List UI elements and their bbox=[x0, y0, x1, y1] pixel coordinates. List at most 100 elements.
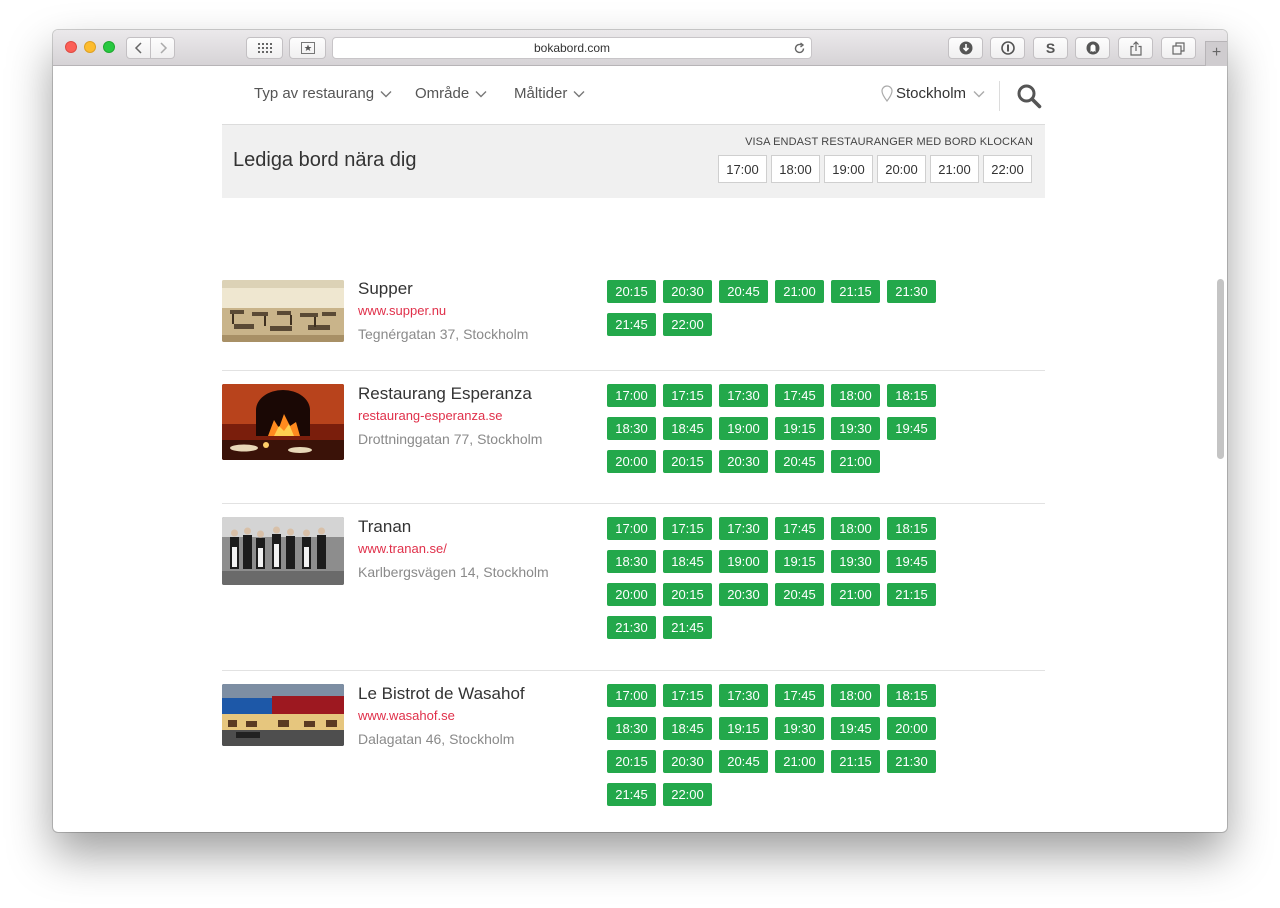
time-slot-button[interactable]: 18:30 bbox=[607, 550, 656, 573]
restaurant-website-link[interactable]: www.tranan.se/ bbox=[358, 538, 549, 560]
restaurant-photo[interactable] bbox=[222, 517, 344, 585]
time-slot-button[interactable]: 20:45 bbox=[719, 750, 768, 773]
time-slot-button[interactable]: 17:00 bbox=[607, 384, 656, 407]
location-dropdown[interactable]: Stockholm bbox=[881, 85, 985, 102]
time-filter-button[interactable]: 20:00 bbox=[877, 155, 926, 183]
reload-icon[interactable] bbox=[793, 41, 806, 61]
ghostery-button[interactable] bbox=[1075, 37, 1110, 59]
share-button[interactable] bbox=[1118, 37, 1153, 59]
restaurant-name[interactable]: Le Bistrot de Wasahof bbox=[358, 683, 525, 705]
time-slot-button[interactable]: 18:45 bbox=[663, 550, 712, 573]
forward-button[interactable] bbox=[150, 37, 175, 59]
back-button[interactable] bbox=[126, 37, 151, 59]
time-slot-button[interactable]: 20:15 bbox=[663, 583, 712, 606]
time-slot-button[interactable]: 19:30 bbox=[775, 717, 824, 740]
time-slot-button[interactable]: 20:15 bbox=[607, 280, 656, 303]
nav-meals-dropdown[interactable]: Måltider bbox=[514, 85, 585, 102]
time-slot-button[interactable]: 17:45 bbox=[775, 384, 824, 407]
restaurant-photo[interactable] bbox=[222, 684, 344, 746]
time-slot-button[interactable]: 17:45 bbox=[775, 517, 824, 540]
time-filter-button[interactable]: 18:00 bbox=[771, 155, 820, 183]
time-slot-button[interactable]: 19:15 bbox=[719, 717, 768, 740]
time-slot-button[interactable]: 18:45 bbox=[663, 417, 712, 440]
address-bar[interactable]: bokabord.com bbox=[332, 37, 812, 59]
time-slot-button[interactable]: 21:45 bbox=[663, 616, 712, 639]
nav-area-dropdown[interactable]: Område bbox=[415, 85, 487, 102]
time-slot-button[interactable]: 21:30 bbox=[607, 616, 656, 639]
time-slot-button[interactable]: 20:00 bbox=[607, 583, 656, 606]
time-slot-button[interactable]: 18:30 bbox=[607, 417, 656, 440]
time-slot-button[interactable]: 18:00 bbox=[831, 684, 880, 707]
time-slot-button[interactable]: 20:45 bbox=[775, 583, 824, 606]
time-slot-button[interactable]: 18:00 bbox=[831, 384, 880, 407]
time-filter-button[interactable]: 22:00 bbox=[983, 155, 1032, 183]
time-slot-button[interactable]: 19:45 bbox=[831, 717, 880, 740]
tabs-overview-button[interactable] bbox=[1161, 37, 1196, 59]
time-slot-button[interactable]: 18:15 bbox=[887, 684, 936, 707]
time-slot-button[interactable]: 21:45 bbox=[607, 313, 656, 336]
time-slot-button[interactable]: 17:30 bbox=[719, 384, 768, 407]
top-sites-button[interactable] bbox=[246, 37, 283, 59]
time-slot-button[interactable]: 20:45 bbox=[719, 280, 768, 303]
time-slot-button[interactable]: 18:30 bbox=[607, 717, 656, 740]
minimize-window-button[interactable] bbox=[84, 41, 96, 53]
time-slot-button[interactable]: 18:15 bbox=[887, 384, 936, 407]
time-slot-button[interactable]: 21:45 bbox=[607, 783, 656, 806]
time-slot-button[interactable]: 18:00 bbox=[831, 517, 880, 540]
nav-restaurant-type-dropdown[interactable]: Typ av restaurang bbox=[254, 85, 392, 102]
close-window-button[interactable] bbox=[65, 41, 77, 53]
time-slot-button[interactable]: 17:15 bbox=[663, 684, 712, 707]
time-slot-button[interactable]: 17:45 bbox=[775, 684, 824, 707]
time-slot-button[interactable]: 20:30 bbox=[719, 450, 768, 473]
time-slot-button[interactable]: 19:45 bbox=[887, 550, 936, 573]
time-slot-button[interactable]: 21:15 bbox=[887, 583, 936, 606]
time-slot-button[interactable]: 18:45 bbox=[663, 717, 712, 740]
time-slot-button[interactable]: 22:00 bbox=[663, 783, 712, 806]
time-slot-button[interactable]: 20:45 bbox=[775, 450, 824, 473]
time-slot-button[interactable]: 19:15 bbox=[775, 550, 824, 573]
time-slot-button[interactable]: 21:15 bbox=[831, 280, 880, 303]
restaurant-website-link[interactable]: restaurang-esperanza.se bbox=[358, 405, 542, 427]
bookmarks-button[interactable] bbox=[289, 37, 326, 59]
downloads-button[interactable] bbox=[948, 37, 983, 59]
restaurant-website-link[interactable]: www.supper.nu bbox=[358, 300, 528, 322]
time-slot-button[interactable]: 18:15 bbox=[887, 517, 936, 540]
time-slot-button[interactable]: 21:30 bbox=[887, 280, 936, 303]
search-button[interactable] bbox=[1016, 83, 1044, 111]
time-slot-button[interactable]: 19:30 bbox=[831, 550, 880, 573]
scrollbar-thumb[interactable] bbox=[1217, 279, 1224, 459]
time-slot-button[interactable]: 20:30 bbox=[663, 280, 712, 303]
time-slot-button[interactable]: 22:00 bbox=[663, 313, 712, 336]
restaurant-name[interactable]: Restaurang Esperanza bbox=[358, 383, 542, 405]
time-slot-button[interactable]: 19:00 bbox=[719, 550, 768, 573]
time-filter-button[interactable]: 19:00 bbox=[824, 155, 873, 183]
time-filter-button[interactable]: 17:00 bbox=[718, 155, 767, 183]
time-slot-button[interactable]: 19:45 bbox=[887, 417, 936, 440]
time-slot-button[interactable]: 20:15 bbox=[607, 750, 656, 773]
zoom-window-button[interactable] bbox=[103, 41, 115, 53]
time-slot-button[interactable]: 21:15 bbox=[831, 750, 880, 773]
time-slot-button[interactable]: 21:00 bbox=[831, 450, 880, 473]
time-slot-button[interactable]: 21:30 bbox=[887, 750, 936, 773]
time-slot-button[interactable]: 21:00 bbox=[775, 750, 824, 773]
time-slot-button[interactable]: 19:15 bbox=[775, 417, 824, 440]
time-slot-button[interactable]: 17:00 bbox=[607, 517, 656, 540]
time-slot-button[interactable]: 20:15 bbox=[663, 450, 712, 473]
time-slot-button[interactable]: 19:30 bbox=[831, 417, 880, 440]
extension-s-button[interactable]: S bbox=[1033, 37, 1068, 59]
new-tab-button[interactable]: + bbox=[1205, 41, 1227, 66]
time-slot-button[interactable]: 20:00 bbox=[607, 450, 656, 473]
time-slot-button[interactable]: 21:00 bbox=[775, 280, 824, 303]
time-slot-button[interactable]: 17:15 bbox=[663, 384, 712, 407]
time-slot-button[interactable]: 17:30 bbox=[719, 517, 768, 540]
time-slot-button[interactable]: 17:00 bbox=[607, 684, 656, 707]
time-slot-button[interactable]: 19:00 bbox=[719, 417, 768, 440]
time-slot-button[interactable]: 20:30 bbox=[719, 583, 768, 606]
restaurant-name[interactable]: Supper bbox=[358, 278, 528, 300]
password-manager-button[interactable] bbox=[990, 37, 1025, 59]
time-slot-button[interactable]: 17:15 bbox=[663, 517, 712, 540]
restaurant-name[interactable]: Tranan bbox=[358, 516, 549, 538]
restaurant-website-link[interactable]: www.wasahof.se bbox=[358, 705, 525, 727]
time-slot-button[interactable]: 21:00 bbox=[831, 583, 880, 606]
time-filter-button[interactable]: 21:00 bbox=[930, 155, 979, 183]
